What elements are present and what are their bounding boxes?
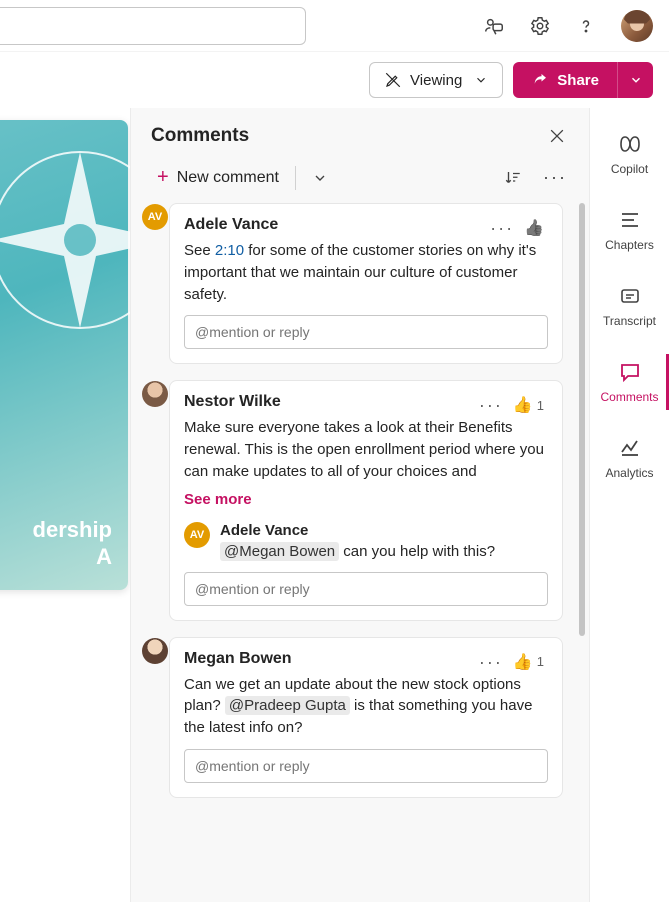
author-avatar — [142, 638, 168, 664]
help-icon[interactable] — [575, 15, 597, 37]
reply-author-name: Adele Vance — [220, 522, 548, 539]
share-button[interactable]: Share — [513, 62, 617, 98]
document-thumbnail[interactable]: dership A — [0, 120, 128, 590]
analytics-icon — [618, 436, 642, 460]
thumbs-up-icon: 👍 — [513, 395, 533, 415]
reply-input[interactable] — [184, 315, 548, 349]
comment-more-button[interactable]: ··· — [490, 219, 514, 237]
compass-star-icon — [0, 140, 130, 340]
search-input[interactable] — [0, 7, 306, 45]
share-options-button[interactable] — [617, 62, 653, 98]
topbar-icons — [483, 10, 653, 42]
like-count: 1 — [537, 398, 544, 413]
comment-bubble-icon — [618, 360, 642, 384]
see-more-link[interactable]: See more — [184, 491, 548, 508]
comments-title: Comments — [151, 125, 249, 147]
action-bar: Viewing Share — [0, 52, 669, 108]
new-comment-label: New comment — [177, 169, 279, 187]
share-arrow-icon — [531, 71, 549, 89]
copilot-icon — [618, 132, 642, 156]
sort-icon — [504, 169, 522, 187]
document-title: dership A — [0, 517, 112, 570]
rail-label: Comments — [600, 390, 658, 404]
chevron-down-icon — [312, 170, 328, 186]
rail-label: Transcript — [603, 314, 656, 328]
right-rail: Copilot Chapters Transcript — [589, 108, 669, 902]
document-sliver: dership A — [0, 108, 130, 902]
comment-body: See 2:10 for some of the customer storie… — [184, 240, 548, 305]
rail-item-analytics[interactable]: Analytics — [590, 432, 669, 484]
rail-label: Copilot — [611, 162, 648, 176]
like-button[interactable]: 👍 1 — [513, 652, 544, 672]
comments-panel: Comments + New comment — [130, 108, 589, 902]
close-comments-button[interactable] — [545, 124, 569, 148]
pen-slash-icon — [384, 71, 402, 89]
chevron-down-icon — [474, 73, 488, 87]
author-avatar: AV — [142, 204, 168, 230]
comment-more-button[interactable]: ··· — [479, 653, 503, 671]
sort-button[interactable] — [499, 164, 527, 192]
viewing-mode-button[interactable]: Viewing — [369, 62, 503, 98]
main-area: dership A Comments + New comment — [0, 108, 669, 902]
reply-input[interactable] — [184, 749, 548, 783]
comment-body: Can we get an update about the new stock… — [184, 674, 548, 739]
comments-toolbar: + New comment ··· — [131, 156, 589, 203]
share-label: Share — [557, 72, 599, 89]
comment-reply: AV Adele Vance @Megan Bowen can you help… — [184, 522, 548, 562]
like-count: 1 — [537, 654, 544, 669]
comment-dropdown-button[interactable] — [306, 164, 334, 192]
new-comment-button[interactable]: + New comment — [151, 162, 285, 193]
close-icon — [547, 126, 567, 146]
chapters-icon — [618, 208, 642, 232]
comment-list: AV Adele Vance ··· 👍 See 2:10 for some o… — [141, 203, 573, 902]
like-button[interactable]: 👍 — [524, 218, 544, 238]
rail-item-transcript[interactable]: Transcript — [590, 280, 669, 332]
comment-card: AV Adele Vance ··· 👍 See 2:10 for some o… — [169, 203, 563, 364]
rail-item-copilot[interactable]: Copilot — [590, 128, 669, 180]
transcript-icon — [618, 284, 642, 308]
user-avatar[interactable] — [621, 10, 653, 42]
thumbs-up-icon: 👍 — [524, 218, 544, 238]
comment-card: Nestor Wilke ··· 👍 1 Make sure everyone … — [169, 380, 563, 620]
more-options-button[interactable]: ··· — [541, 164, 569, 192]
comment-list-wrap: AV Adele Vance ··· 👍 See 2:10 for some o… — [131, 203, 589, 902]
comment-more-button[interactable]: ··· — [479, 396, 503, 414]
ellipsis-icon: ··· — [543, 167, 567, 188]
divider — [295, 166, 296, 190]
comment-body: Make sure everyone takes a look at their… — [184, 417, 548, 482]
mention-chip[interactable]: @Megan Bowen — [220, 542, 339, 561]
mention-chip[interactable]: @Pradeep Gupta — [225, 696, 350, 715]
comment-card: Megan Bowen ··· 👍 1 Can we get an update… — [169, 637, 563, 798]
share-button-group: Share — [513, 62, 653, 98]
timestamp-link[interactable]: 2:10 — [215, 242, 244, 259]
author-name: Nestor Wilke — [184, 393, 281, 411]
author-name: Adele Vance — [184, 216, 278, 234]
reply-body: @Megan Bowen can you help with this? — [220, 541, 548, 562]
thumbs-up-icon: 👍 — [513, 652, 533, 672]
author-avatar — [142, 381, 168, 407]
reply-input[interactable] — [184, 572, 548, 606]
settings-gear-icon[interactable] — [529, 15, 551, 37]
rail-label: Analytics — [605, 466, 653, 480]
author-name: Megan Bowen — [184, 650, 292, 668]
rail-label: Chapters — [605, 238, 654, 252]
scrollbar-thumb[interactable] — [579, 203, 585, 636]
top-bar — [0, 0, 669, 52]
reply-avatar: AV — [184, 522, 210, 548]
viewing-label: Viewing — [410, 72, 462, 89]
like-button[interactable]: 👍 1 — [513, 395, 544, 415]
rail-item-chapters[interactable]: Chapters — [590, 204, 669, 256]
rail-item-comments[interactable]: Comments — [590, 356, 669, 408]
comments-header: Comments — [131, 108, 589, 156]
teams-chat-icon[interactable] — [483, 15, 505, 37]
plus-icon: + — [157, 166, 169, 189]
chevron-down-icon — [629, 73, 643, 87]
